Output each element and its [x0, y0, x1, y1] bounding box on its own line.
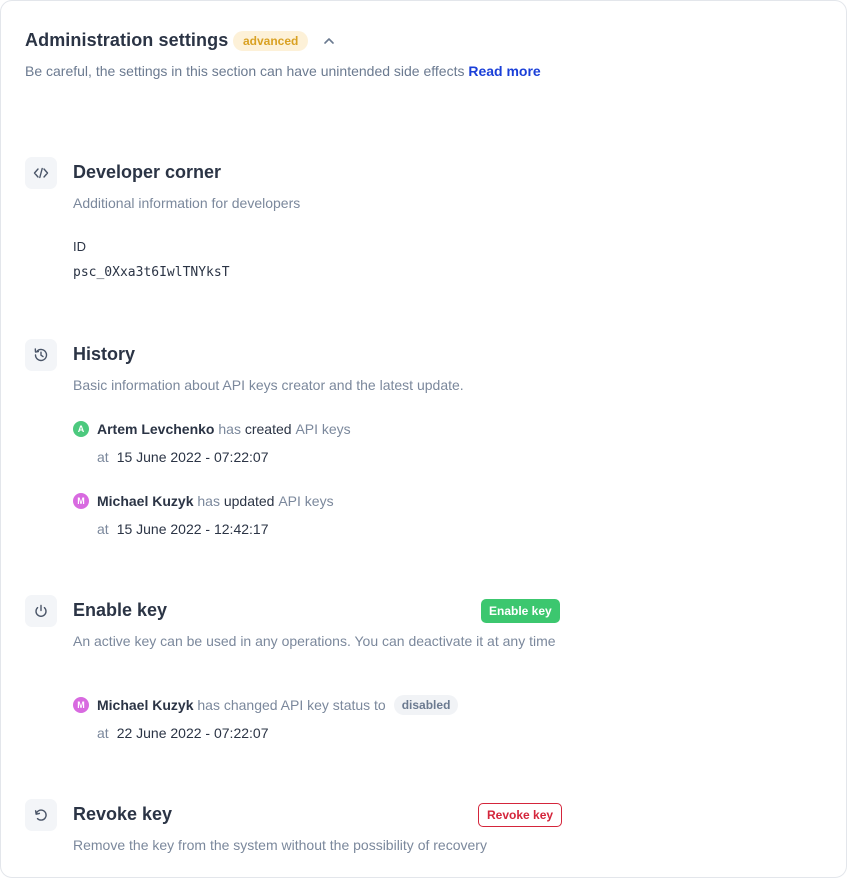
- event-date: 15 June 2022 - 07:22:07: [116, 449, 269, 465]
- power-icon: [25, 595, 57, 627]
- avatar: M: [73, 493, 89, 509]
- code-icon: [25, 157, 57, 189]
- warning-text: Be careful, the settings in this section…: [25, 63, 465, 79]
- history-description: Basic information about API keys creator…: [73, 377, 464, 393]
- history-title: History: [73, 344, 136, 364]
- revoke-icon: [25, 799, 57, 831]
- at-label: at: [97, 725, 109, 741]
- revoke-key-button[interactable]: Revoke key: [478, 803, 563, 827]
- event-object: API keys: [295, 421, 351, 437]
- revoke-key-title: Revoke key: [73, 804, 173, 824]
- event-object: API keys: [278, 493, 334, 509]
- enable-key-button[interactable]: Enable key: [481, 599, 560, 623]
- event-action: created: [244, 421, 292, 437]
- event-timestamp: at 15 June 2022 - 07:22:07: [97, 449, 268, 465]
- event-verb: has: [218, 421, 241, 437]
- section-title: Administration settings: [25, 30, 229, 50]
- event-user: Michael Kuzyk: [97, 493, 194, 509]
- section-description: Be careful, the settings in this section…: [25, 61, 555, 81]
- revoke-key-description: Remove the key from the system without t…: [73, 837, 487, 853]
- history-event: M Michael Kuzyk has updated API keys: [73, 491, 334, 511]
- event-verb: has: [197, 493, 220, 509]
- read-more-link[interactable]: Read more: [468, 63, 540, 79]
- id-label: ID: [73, 239, 86, 254]
- status-event: M Michael Kuzyk has changed API key stat…: [73, 695, 459, 715]
- developer-corner-description: Additional information for developers: [73, 195, 301, 211]
- avatar: M: [73, 697, 89, 713]
- history-event: A Artem Levchenko has created API keys: [73, 419, 351, 439]
- id-value: psc_0Xxa3t6IwlTNYksT: [73, 265, 230, 280]
- event-timestamp: at 22 June 2022 - 07:22:07: [97, 725, 268, 741]
- at-label: at: [97, 521, 109, 537]
- history-icon: [25, 339, 57, 371]
- at-label: at: [97, 449, 109, 465]
- event-date: 22 June 2022 - 07:22:07: [116, 725, 269, 741]
- enable-key-description: An active key can be used in any operati…: [73, 633, 556, 649]
- event-timestamp: at 15 June 2022 - 12:42:17: [97, 521, 268, 537]
- avatar: A: [73, 421, 89, 437]
- developer-corner-title: Developer corner: [73, 162, 222, 182]
- event-user: Artem Levchenko: [97, 421, 215, 437]
- event-action: updated: [223, 493, 275, 509]
- enable-key-title: Enable key: [73, 600, 168, 620]
- event-user: Michael Kuzyk: [97, 697, 194, 713]
- advanced-badge: advanced: [233, 31, 309, 51]
- event-date: 15 June 2022 - 12:42:17: [116, 521, 269, 537]
- event-text: has changed API key status to: [197, 697, 386, 713]
- chevron-up-icon[interactable]: [319, 31, 339, 51]
- admin-settings-card: Administration settings advanced Be care…: [0, 0, 847, 878]
- status-badge: disabled: [393, 695, 459, 715]
